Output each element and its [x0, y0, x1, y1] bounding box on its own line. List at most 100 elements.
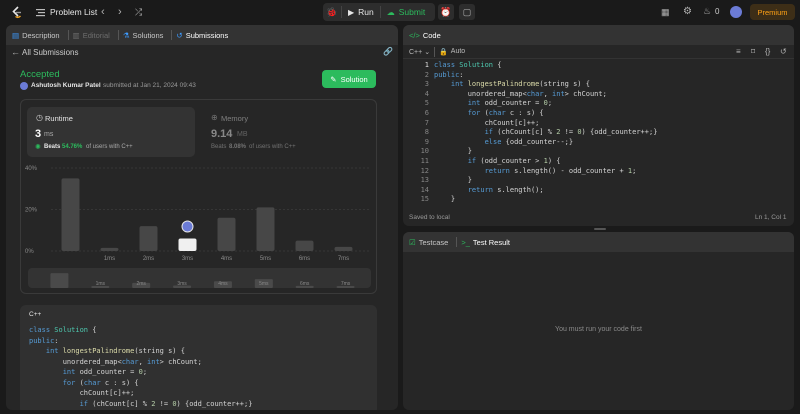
layout-icon[interactable]: ▦ [661, 7, 670, 18]
memory-card[interactable]: ⊕ Memory 9.14 MB Beats 8.08% of users wi… [203, 107, 371, 157]
run-controls: 🐞 ▶ Run ☁ Submit [323, 3, 435, 21]
runtime-label: Runtime [45, 114, 73, 123]
line-number: 12 [420, 166, 429, 175]
beats-icon: ✺ [35, 144, 41, 151]
runtime-beats-suffix: of users with C++ [86, 144, 133, 150]
code-line: chCount[c]++; [29, 389, 135, 397]
code-editor[interactable]: 1 2 3 4 5 6 7 8 9 10 11 12 13 14 15 class Solution {pub… [403, 61, 794, 207]
chart-bar[interactable] [100, 247, 119, 251]
code-line: if (chCount[c] % 2 != 0) {odd_counter++;… [484, 128, 658, 137]
prev-problem-icon[interactable]: ‹ [101, 6, 105, 18]
chart-bar[interactable] [256, 207, 275, 251]
tab-solutions[interactable]: ⚗ Solutions [123, 31, 164, 40]
code-icon: </> [409, 30, 420, 40]
reset-icon[interactable]: ↺ [780, 47, 787, 56]
panel-resize-handle[interactable] [594, 228, 606, 230]
memory-beats-prefix: Beats [211, 144, 227, 150]
code-line: if (chCount[c] % 2 != 0) {odd_counter++;… [79, 399, 253, 408]
x-tick-label: 2ms [143, 256, 154, 262]
mini-tick-label: 7ms [341, 281, 351, 287]
submitted-time: submitted at Jan 21, 2024 09:43 [103, 82, 196, 89]
terminal-icon: >_ [461, 237, 470, 247]
mini-tick-label: 1ms [96, 281, 106, 287]
code-line: int longestPalindrome(string s) { [450, 80, 590, 89]
book-icon: ▥ [72, 30, 80, 40]
tab-editorial[interactable]: ▥ Editorial [73, 31, 110, 40]
streak-count: 0 [715, 7, 720, 16]
code-language: C++ [29, 311, 42, 318]
code-line: } [434, 195, 456, 204]
checkbox-icon: ☑ [409, 237, 416, 247]
chart-bar[interactable] [61, 178, 80, 251]
saved-status: Saved to local [409, 214, 450, 221]
tab-test-result[interactable]: >_ Test Result [461, 238, 510, 247]
line-number: 9 [424, 137, 429, 146]
all-submissions-link[interactable]: All Submissions [22, 48, 78, 57]
link-icon[interactable]: 🔗 [383, 47, 393, 56]
alarm-icon[interactable]: ⏰ [438, 4, 454, 20]
premium-button[interactable]: Premium [750, 4, 795, 20]
notes-icon[interactable]: ▢ [459, 4, 475, 20]
run-button[interactable]: ▶ Run [342, 7, 380, 17]
settings-icon[interactable]: ⚙ [683, 6, 692, 17]
x-tick-label: 1ms [104, 256, 115, 262]
chart-bar[interactable] [217, 217, 236, 251]
line-number: 11 [420, 156, 429, 165]
y-tick-label: 20% [25, 208, 38, 214]
format-icon[interactable]: ≡ [736, 47, 741, 56]
streak-fire-icon[interactable]: ♨ [703, 6, 711, 17]
line-number: 14 [420, 185, 429, 194]
history-icon: ↺ [176, 30, 183, 40]
code-line: chCount[c]++; [434, 118, 540, 127]
memory-unit: MB [237, 131, 248, 138]
chart-bar[interactable] [295, 240, 314, 251]
x-tick-label: 4ms [221, 256, 232, 262]
chart-range-slider[interactable]: 1ms 2ms 3ms 4ms 5ms 6ms 7ms [28, 268, 371, 288]
submitted-code-box: C++ class Solution {public: int longestP… [20, 305, 377, 410]
x-tick-label: 6ms [299, 256, 310, 262]
chart-bar[interactable] [139, 226, 158, 251]
chart-bar[interactable] [334, 246, 353, 251]
runtime-card[interactable]: ◷ Runtime 3 ms ✺ Beats 54.76% of users w… [27, 107, 195, 157]
code-line: return s.length(); [467, 185, 544, 194]
code-line: int odd_counter = 0; [467, 99, 553, 108]
code-line: for (char c : s) { [62, 378, 139, 387]
submitted-code: class Solution {public: int longestPalin… [29, 325, 252, 409]
runtime-beats-prefix: Beats [44, 144, 61, 150]
mini-tick-label: 2ms [136, 281, 146, 287]
language-select[interactable]: C++ ⌄ [409, 48, 430, 56]
line-number: 15 [420, 195, 429, 204]
bookmark-icon[interactable]: ⌑ [751, 47, 755, 56]
code-panel-header: </> Code [403, 25, 794, 45]
next-problem-icon[interactable]: › [118, 6, 122, 18]
tab-testcase[interactable]: ☑ Testcase [409, 238, 448, 247]
solution-button[interactable]: ✎ Solution [322, 70, 376, 88]
back-arrow-icon[interactable]: ← [11, 47, 20, 57]
mini-tick-label: 3ms [177, 281, 187, 287]
chart-bar-current[interactable] [178, 238, 197, 251]
tab-description[interactable]: ▤ Description [12, 31, 60, 40]
memory-label: Memory [221, 114, 249, 123]
code-line: int odd_counter = 0; [62, 368, 148, 376]
problem-list-link[interactable]: Problem List [50, 7, 97, 17]
tab-code[interactable]: </> Code [409, 31, 441, 40]
author-name[interactable]: Ashutosh Kumar Patel [31, 82, 101, 89]
leetcode-logo[interactable] [11, 6, 23, 19]
auto-mode[interactable]: Auto [451, 48, 465, 55]
tab-submissions[interactable]: ↺ Submissions [176, 31, 228, 40]
line-number: 8 [424, 128, 429, 137]
top-bar: Problem List ‹ › ⤮ 🐞 ▶ Run ☁ Submit ⏰ ▢ ▦ … [0, 0, 800, 24]
problem-list-icon[interactable] [35, 7, 45, 17]
braces-icon[interactable]: {} [765, 47, 770, 56]
avatar[interactable] [730, 6, 742, 18]
left-panel: ▤ Description ▥ Editorial ⚗ Solutions ↺ Subm… [6, 25, 398, 410]
code-line: unordered_map<char, int> chCount; [434, 89, 607, 98]
line-number: 5 [424, 99, 429, 108]
lock-icon: 🔒 [439, 48, 448, 56]
shuffle-icon[interactable]: ⤮ [135, 7, 142, 18]
left-tabs: ▤ Description ▥ Editorial ⚗ Solutions ↺ Subm… [6, 25, 398, 45]
stats-box: ◷ Runtime 3 ms ✺ Beats 54.76% of users w… [20, 99, 377, 294]
debug-icon[interactable]: 🐞 [323, 7, 341, 18]
line-number-gutter: 1 2 3 4 5 6 7 8 9 10 11 12 13 14 15 [403, 61, 429, 205]
submit-button[interactable]: ☁ Submit [381, 7, 431, 17]
